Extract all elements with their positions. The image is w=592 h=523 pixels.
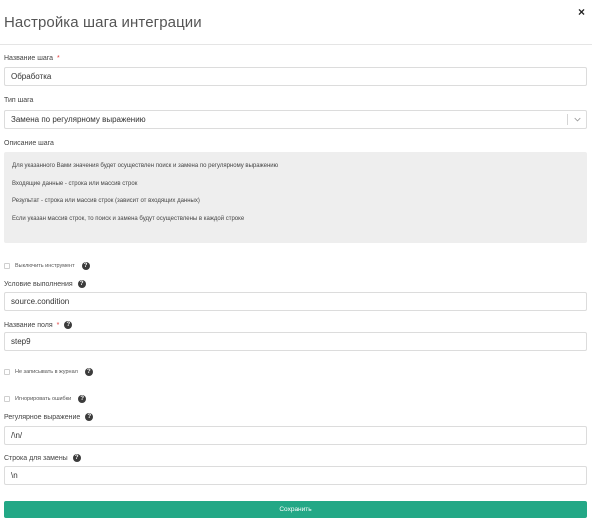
ignore-errors-row: Игнорировать ошибки ?: [4, 395, 87, 403]
regex-label-text: Регулярное выражение: [4, 413, 81, 421]
question-circle-icon[interactable]: ?: [72, 454, 81, 462]
regex-label: Регулярное выражение ?: [4, 413, 94, 421]
field-name-label-text: Название поля: [4, 321, 53, 329]
question-circle-icon[interactable]: ?: [81, 262, 90, 270]
step-name-label: Название шага *: [4, 55, 60, 62]
step-type-label-text: Тип шага: [4, 97, 34, 104]
execution-condition-label-text: Условие выполнения: [4, 280, 73, 288]
replacement-label-text: Строка для замены: [4, 454, 68, 462]
no-journal-row: Не записывать в журнал ?: [4, 368, 93, 376]
description-line: Если указан массив строк, то поиск и зам…: [12, 215, 245, 222]
question-circle-icon[interactable]: ?: [84, 368, 93, 376]
no-journal-checkbox[interactable]: [4, 369, 10, 375]
question-circle-icon[interactable]: ?: [77, 280, 86, 288]
description-line: Результат - строка или массив строк (зав…: [12, 198, 200, 204]
description-line: Для указанного Вами значения будет осуще…: [12, 163, 279, 169]
replacement-label: Строка для замены ?: [4, 454, 81, 462]
regex-input[interactable]: /\n/: [4, 426, 587, 445]
step-type-label: Тип шага: [4, 97, 33, 104]
description-line: Входящие данные - строка или массив стро…: [12, 180, 138, 187]
question-circle-icon[interactable]: ?: [78, 395, 87, 403]
no-journal-label: Не записывать в журнал: [15, 369, 78, 375]
close-icon[interactable]: ×: [578, 5, 585, 19]
replacement-input[interactable]: \n: [4, 466, 587, 485]
question-circle-icon[interactable]: ?: [85, 413, 94, 421]
disable-tool-checkbox[interactable]: [4, 263, 10, 269]
field-name-value: step9: [11, 337, 31, 346]
step-name-input[interactable]: Обработка: [4, 67, 587, 86]
step-description-label: Описание шага: [4, 140, 54, 147]
step-type-value: Замена по регулярному выражению: [11, 115, 146, 124]
ignore-errors-label: Игнорировать ошибки: [15, 396, 72, 402]
save-button[interactable]: Сохранить: [4, 501, 587, 518]
ignore-errors-checkbox[interactable]: [4, 396, 10, 402]
chevron-down-icon[interactable]: [568, 117, 586, 122]
field-name-label: Название поля * ?: [4, 321, 73, 329]
execution-condition-input[interactable]: source.condition: [4, 292, 587, 311]
disable-tool-row: Выключить инструмент ?: [4, 262, 90, 270]
replacement-value: \n: [11, 471, 18, 480]
step-type-select[interactable]: Замена по регулярному выражению: [4, 110, 587, 129]
modal-header: Настройка шага интеграции: [0, 0, 592, 45]
question-circle-icon[interactable]: ?: [64, 321, 73, 329]
required-marker: *: [56, 321, 60, 329]
step-description-label-text: Описание шага: [4, 140, 54, 147]
modal-title: Настройка шага интеграции: [4, 14, 202, 31]
field-name-input[interactable]: step9: [4, 332, 587, 351]
disable-tool-label: Выключить инструмент: [15, 263, 75, 269]
required-marker: *: [57, 55, 60, 62]
step-description-box: Для указанного Вами значения будет осуще…: [4, 152, 587, 243]
execution-condition-label: Условие выполнения ?: [4, 280, 86, 288]
step-name-value: Обработка: [11, 72, 52, 81]
execution-condition-value: source.condition: [11, 297, 70, 306]
step-name-label-text: Название шага: [4, 55, 54, 62]
regex-value: /\n/: [11, 431, 23, 440]
